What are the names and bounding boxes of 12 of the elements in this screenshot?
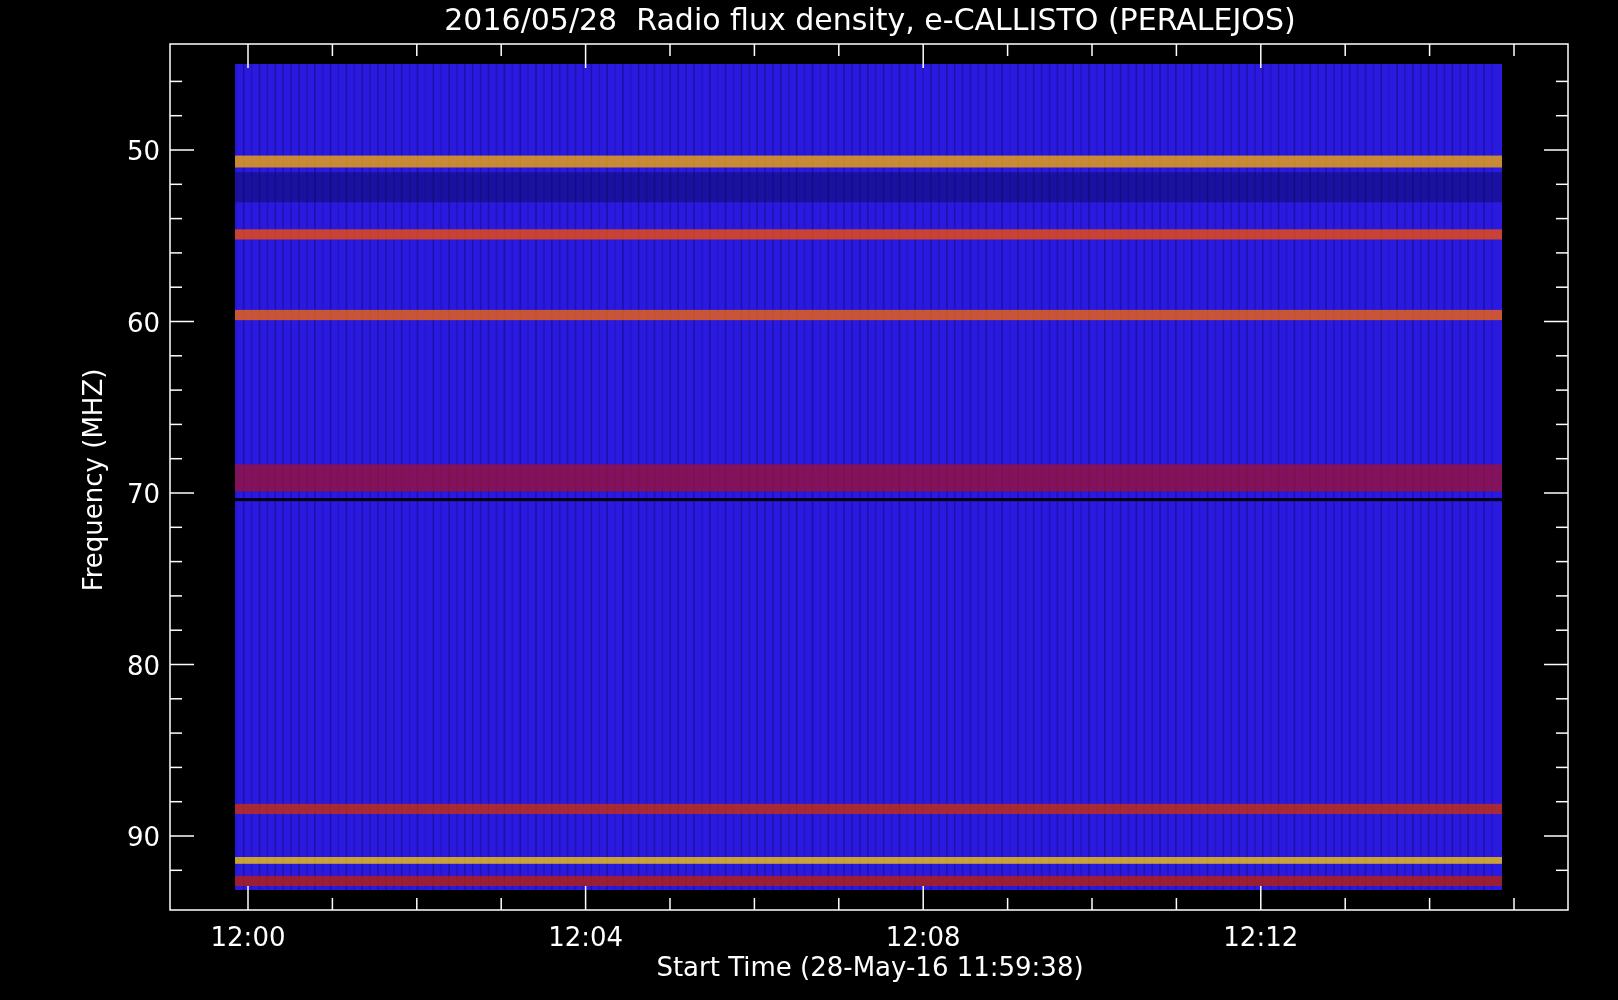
y-axis-title: Frequency (MHZ): [78, 368, 108, 592]
y-tick-label: 60: [126, 307, 160, 338]
x-tick-label: 12:04: [548, 922, 624, 952]
x-tick-label: 12:12: [1223, 922, 1299, 952]
x-axis-title: Start Time (28-May-16 11:59:38): [656, 952, 1084, 982]
x-tick-label: 12:00: [210, 922, 286, 952]
y-tick-label: 70: [126, 479, 160, 509]
y-tick-label: 50: [126, 136, 160, 166]
y-tick-label: 90: [126, 822, 160, 852]
x-tick-label: 12:08: [885, 922, 961, 952]
plot-title: 2016/05/28 Radio flux density, e-CALLISTO (PERALEJOS): [444, 2, 1296, 37]
y-tick-label: 80: [126, 650, 160, 681]
